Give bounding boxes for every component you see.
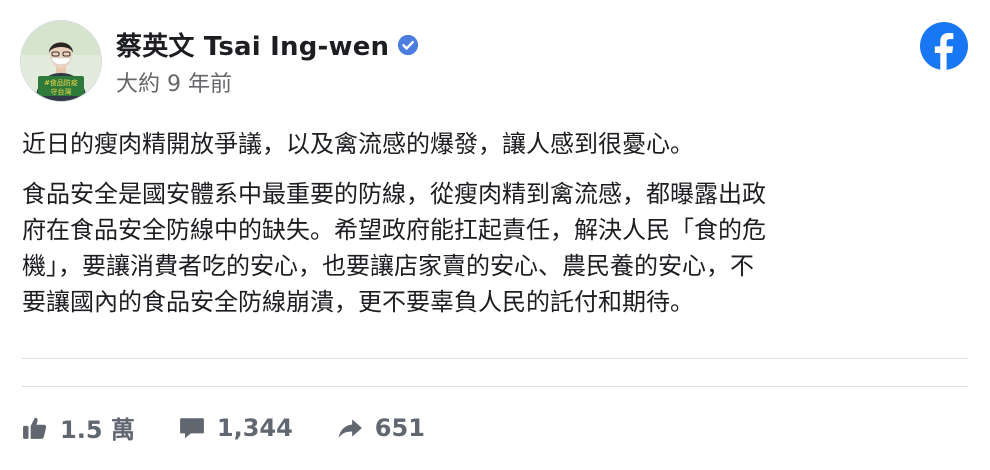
share-stat[interactable]: 651 <box>337 414 425 442</box>
avatar-sign-line2: 守台灣 <box>51 87 72 96</box>
share-count: 651 <box>374 413 425 442</box>
post-content: 近日的瘦肉精開放爭議，以及禽流感的爆發，讓人感到很憂心。 食品安全是國安體系中最… <box>22 126 962 320</box>
facebook-logo-icon[interactable] <box>920 22 968 70</box>
post-paragraph-1: 近日的瘦肉精開放爭議，以及禽流感的爆發，讓人感到很憂心。 <box>22 130 694 158</box>
post-paragraph-2-line: 食品安全是國安體系中最重要的防線，從瘦肉精到禽流感，都曝露出政 <box>22 180 766 208</box>
like-count: 1.5 萬 <box>60 416 135 444</box>
comment-stat[interactable]: 1,344 <box>179 414 293 442</box>
post-paragraph-2-line: 府在食品安全防線中的缺失。希望政府能扛起責任，解決人民「食的危 <box>22 216 766 244</box>
avatar[interactable]: #食品防疫 守台灣 <box>20 20 102 102</box>
comment-count: 1,344 <box>216 413 293 442</box>
divider-top <box>22 358 968 359</box>
facebook-post-card: #食品防疫 守台灣 蔡英文 Tsai Ing-wen 大約 9 年前 近日的瘦肉… <box>0 0 990 470</box>
author-name-row: 蔡英文 Tsai Ing-wen <box>116 26 419 63</box>
like-stat[interactable]: 1.5 萬 <box>22 410 135 445</box>
share-icon <box>338 418 362 438</box>
verified-badge-icon <box>398 34 419 55</box>
divider-bottom <box>22 386 968 387</box>
author-name[interactable]: 蔡英文 Tsai Ing-wen <box>116 26 389 63</box>
post-paragraph-2-line: 要讓國內的食品安全防線崩潰，更不要辜負人民的託付和期待。 <box>22 288 694 316</box>
post-timestamp[interactable]: 大約 9 年前 <box>116 66 232 98</box>
engagement-stats: 1.5 萬 1,344 651 <box>22 410 469 445</box>
avatar-image: #食品防疫 守台灣 <box>21 21 101 101</box>
post-paragraph-2-line: 機」，要讓消費者吃的安心，也要讓店家賣的安心、農民養的安心，不 <box>22 252 754 280</box>
avatar-sign-line1: #食品防疫 <box>44 78 78 87</box>
comment-icon <box>179 417 204 438</box>
post-paragraph-2: 食品安全是國安體系中最重要的防線，從瘦肉精到禽流感，都曝露出政 府在食品安全防線… <box>22 176 962 320</box>
like-icon <box>23 417 47 439</box>
